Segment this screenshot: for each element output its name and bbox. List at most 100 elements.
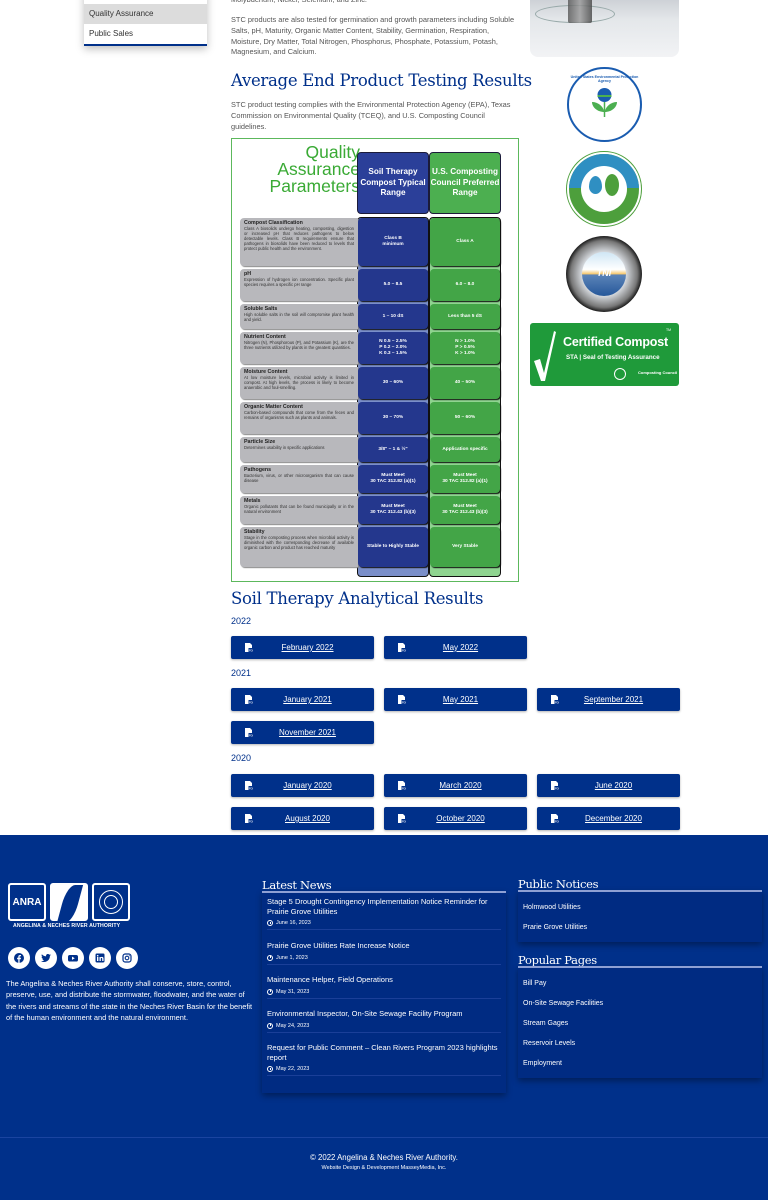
qa-soil-value: Must Meet 30 TAC 312.82 (a)(1) [358, 465, 428, 493]
popular-pages-heading: Popular Pages [518, 953, 597, 967]
news-title[interactable]: Environmental Inspector, On-Site Sewage … [267, 1009, 501, 1019]
qa-row-description: Stage in the composting process when mic… [244, 535, 354, 550]
report-download-button[interactable]: PDFJanuary 2021 [231, 688, 374, 711]
qa-row-label: pH Expression of hydrogen ion concentrat… [240, 269, 358, 301]
qa-soil-value: 3/8" – 1 & ½" [358, 437, 428, 462]
footer-mission-statement: The Angelina & Neches River Authority sh… [6, 979, 253, 1022]
results-heading: Soil Therapy Analytical Results [231, 589, 484, 608]
qa-row: Soluble Salts High soluble salts in the … [240, 304, 502, 329]
linkedin-link[interactable] [89, 947, 111, 969]
report-link-label[interactable]: August 2020 [231, 814, 374, 823]
footer-link[interactable]: Holmwood Utilities [523, 904, 581, 911]
qa-row-label: Compost Classification Class A biosolids… [240, 218, 358, 266]
qa-uscc-value: Application specific [430, 437, 500, 462]
report-link-label[interactable]: May 2022 [384, 643, 527, 652]
report-link-label[interactable]: May 2021 [384, 695, 527, 704]
credit-link[interactable]: Website Design & Development MasseyMedia… [0, 1165, 768, 1171]
sidebar-item-public-sales[interactable]: Public Sales [84, 24, 207, 44]
footer-link[interactable]: Prarie Grove Utilities [523, 924, 587, 931]
report-download-button[interactable]: PDFFebruary 2022 [231, 636, 374, 659]
latest-news-panel: Stage 5 Drought Contingency Implementati… [262, 891, 506, 1093]
qa-soil-value: Class B minimum [358, 218, 428, 266]
clock-icon [267, 1066, 273, 1072]
news-item[interactable]: Request for Public Comment – Clean River… [267, 1043, 501, 1076]
results-year-label: 2021 [231, 668, 252, 678]
report-link-label[interactable]: February 2022 [231, 643, 374, 652]
news-date: June 1, 2023 [276, 954, 308, 961]
leaf-icon [605, 174, 619, 196]
footer-link[interactable]: Bill Pay [523, 980, 546, 987]
sidebar-menu: Quality Assurance Public Sales [84, 0, 207, 46]
news-item[interactable]: Prairie Grove Utilities Rate Increase No… [267, 941, 501, 965]
news-title[interactable]: Stage 5 Drought Contingency Implementati… [267, 897, 501, 916]
copyright-text: © 2022 Angelina & Neches River Authority… [310, 1153, 458, 1162]
report-link-label[interactable]: December 2020 [537, 814, 680, 823]
testing-heading: Average End Product Testing Results [231, 71, 532, 90]
facebook-link[interactable] [8, 947, 30, 969]
news-title[interactable]: Prairie Grove Utilities Rate Increase No… [267, 941, 501, 951]
qa-soil-value: 5.0 – 8.5 [358, 269, 428, 301]
qa-row-description: At low moisture levels, microbial activi… [244, 375, 354, 390]
report-link-label[interactable]: June 2020 [537, 781, 680, 790]
instagram-link[interactable] [116, 947, 138, 969]
news-title[interactable]: Request for Public Comment – Clean River… [267, 1043, 501, 1062]
qa-row-label: Moisture Content At low moisture levels,… [240, 367, 358, 399]
report-link-label[interactable]: January 2021 [231, 695, 374, 704]
report-download-button[interactable]: PDFJune 2020 [537, 774, 680, 797]
qa-row: Particle Size Determines usability in sp… [240, 437, 502, 462]
qa-row: Moisture Content At low moisture levels,… [240, 367, 502, 399]
facebook-icon [14, 953, 24, 963]
news-item[interactable]: Environmental Inspector, On-Site Sewage … [267, 1009, 501, 1033]
report-download-button[interactable]: PDFNovember 2021 [231, 721, 374, 744]
sidebar-item-quality-assurance[interactable]: Quality Assurance [84, 4, 207, 24]
footer-link[interactable]: Reservoir Levels [523, 1040, 575, 1047]
qa-row-label: Metals Organic pollutants that can be fo… [240, 496, 358, 524]
news-date: May 24, 2023 [276, 1022, 310, 1029]
news-item[interactable]: Maintenance Helper, Field Operations May… [267, 975, 501, 999]
footer-link[interactable]: Stream Gages [523, 1020, 568, 1027]
news-date: June 16, 2023 [276, 920, 311, 926]
report-link-label[interactable]: January 2020 [231, 781, 374, 790]
report-download-button[interactable]: PDFJanuary 2020 [231, 774, 374, 797]
report-download-button[interactable]: PDFMay 2022 [384, 636, 527, 659]
report-download-button[interactable]: PDFDecember 2020 [537, 807, 680, 830]
checkmark-icon [534, 331, 556, 381]
qa-row: Metals Organic pollutants that can be fo… [240, 496, 502, 524]
tceq-seal-logo [567, 152, 641, 226]
report-download-button[interactable]: PDFMay 2021 [384, 688, 527, 711]
texas-seal-icon [92, 883, 130, 921]
news-item[interactable]: Stage 5 Drought Contingency Implementati… [267, 897, 501, 930]
report-download-button[interactable]: PDFSeptember 2021 [537, 688, 680, 711]
qa-soil-value: N 0.5 – 2.5% P 0.2 – 2.0% K 0.3 – 1.5% [358, 332, 428, 364]
report-link-label[interactable]: September 2021 [537, 695, 680, 704]
qa-row: pH Expression of hydrogen ion concentrat… [240, 269, 502, 301]
twitter-link[interactable] [35, 947, 57, 969]
qa-row-description: Carbon-based compounds that come from th… [244, 410, 354, 420]
uscc-column-header: U.S. Composting Council Preferred Range [429, 152, 501, 214]
qa-soil-value: 30 – 70% [358, 402, 428, 434]
qa-uscc-value: 50 – 60% [430, 402, 500, 434]
clock-icon [267, 1022, 273, 1029]
clock-icon [267, 920, 273, 926]
youtube-link[interactable] [62, 947, 84, 969]
report-download-button[interactable]: PDFMarch 2020 [384, 774, 527, 797]
qa-row: Nutrient Content Nitrogen (N), Phosphoro… [240, 332, 502, 364]
qa-table-title: Quality Assurance Parameters [269, 142, 360, 196]
report-link-label[interactable]: March 2020 [384, 781, 527, 790]
qa-uscc-value: Class A [430, 218, 500, 266]
report-download-button[interactable]: PDFAugust 2020 [231, 807, 374, 830]
results-year-label: 2022 [231, 616, 252, 626]
report-link-label[interactable]: November 2021 [231, 728, 374, 737]
report-link-label[interactable]: October 2020 [384, 814, 527, 823]
public-notices-panel: Holmwood Utilities Prarie Grove Utilities [518, 890, 762, 942]
footer-link[interactable]: Employment [523, 1060, 562, 1067]
qa-row: Compost Classification Class A biosolids… [240, 218, 502, 266]
footer-link[interactable]: On-Site Sewage Facilities [523, 1000, 603, 1007]
quality-assurance-table: Quality Assurance Parameters Soil Therap… [231, 138, 519, 582]
qa-uscc-value: Very Stable [430, 527, 500, 567]
intro-paragraph-fragment: Molybdenum, Nickel, Selenium, and Zinc. [231, 0, 521, 6]
epa-flower-icon [592, 88, 617, 117]
news-title[interactable]: Maintenance Helper, Field Operations [267, 975, 501, 985]
report-download-button[interactable]: PDFOctober 2020 [384, 807, 527, 830]
qa-uscc-value: Must Meet 30 TAC 312.82 (a)(1) [430, 465, 500, 493]
